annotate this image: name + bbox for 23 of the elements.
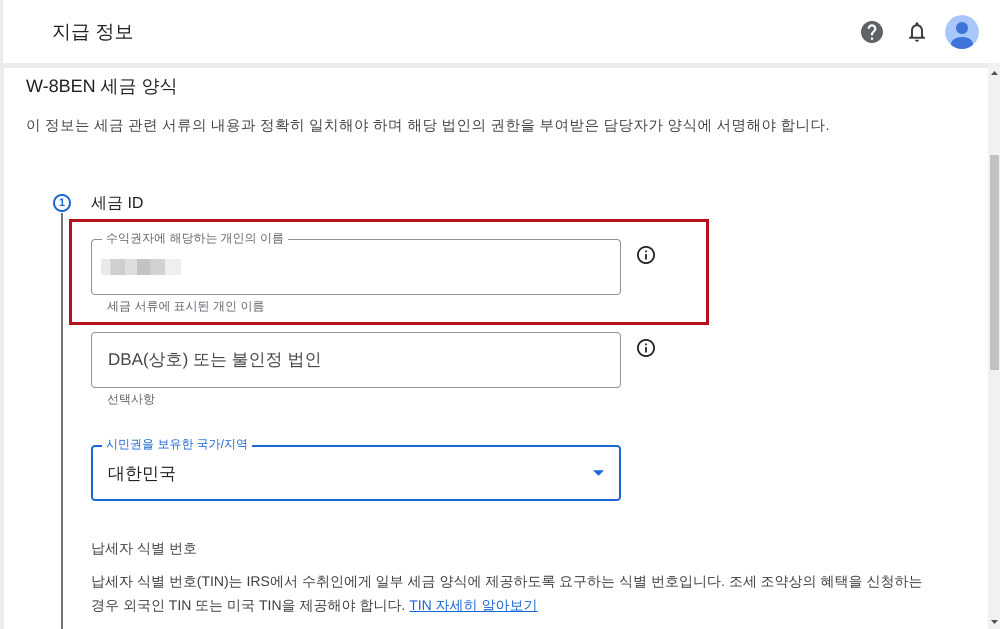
scroll-down-icon[interactable] <box>990 620 998 624</box>
helper-text: 선택사항 <box>106 392 156 406</box>
learn-more-link[interactable]: TIN 자세히 알아보기 <box>409 597 538 613</box>
section-description: 납세자 식별 번호(TIN)는 IRS에서 수취인에게 일부 세금 양식에 제공하도록 요구하는 식별 번호입니다. 조세 조약상의 혜택을 신청하는 경우 외국인 TIN 또는 미국 TIN을 제공해야 합니다. TIN 자세히 알아보기 <box>91 572 924 615</box>
helper-text: 세금 서류에 표시된 개인 이름 <box>106 299 266 313</box>
page-title: 지급 정보 <box>52 20 134 44</box>
form-description: 이 정보는 세금 관련 서류의 내용과 정확히 일치해야 하며 해당 법인의 권한을 부여받은 담당자가 양식에 서명해야 합니다. <box>26 117 830 136</box>
info-icon[interactable] <box>637 246 655 264</box>
scrollbar-thumb[interactable] <box>990 155 998 370</box>
help-icon[interactable] <box>861 20 883 42</box>
field-label: 시민권을 보유한 국가/지역 <box>102 437 252 451</box>
scrollbar[interactable] <box>988 63 1000 629</box>
scroll-up-icon[interactable] <box>990 71 998 75</box>
text-field[interactable]: DBA(상호) 또는 불인정 법인 <box>91 332 621 388</box>
bell-icon[interactable] <box>909 22 925 42</box>
step-number: 1 <box>53 194 71 212</box>
field-label: 수익권자에 해당하는 개인의 이름 <box>102 231 288 245</box>
form-title: W-8BEN 세금 양식 <box>26 75 179 98</box>
section-heading: 납세자 식별 번호 <box>91 539 198 558</box>
avatar-icon[interactable] <box>945 14 979 48</box>
info-icon[interactable] <box>637 339 655 357</box>
caret-icon <box>593 470 604 476</box>
step-title: 세금 ID <box>91 194 144 214</box>
